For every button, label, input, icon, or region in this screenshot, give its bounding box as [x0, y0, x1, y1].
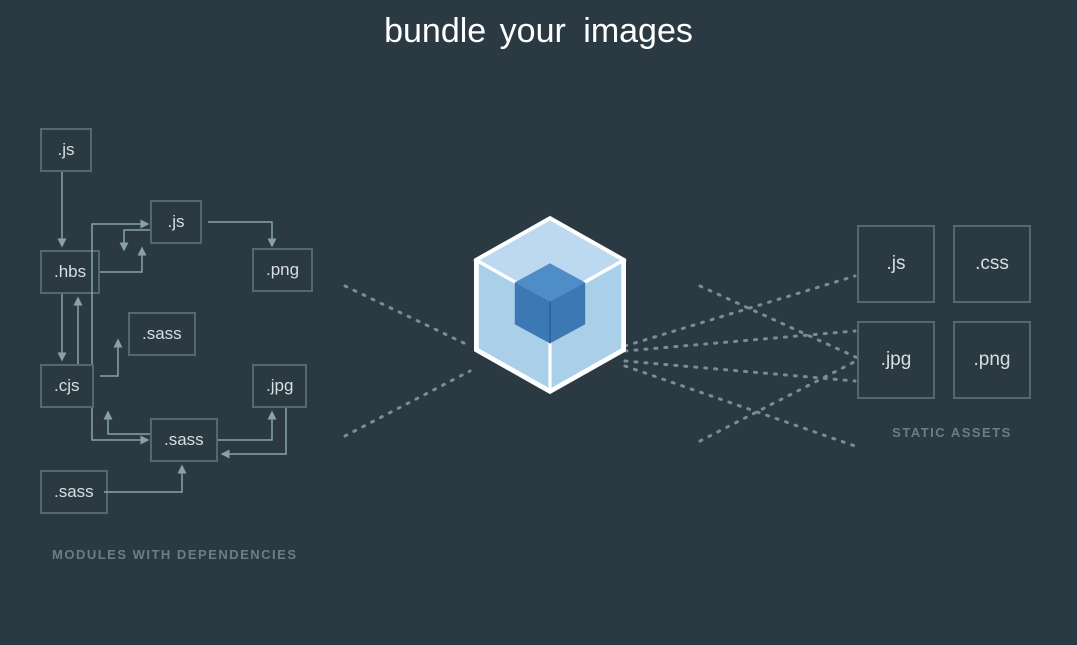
asset-tile-css: .css [953, 225, 1031, 303]
webpack-cube-icon [470, 215, 630, 395]
module-node-sass1: .sass [128, 312, 196, 356]
module-node-sass2: .sass [150, 418, 218, 462]
asset-tile-png: .png [953, 321, 1031, 399]
page-title: bundle your images [0, 0, 1077, 51]
module-node-js1: .js [40, 128, 92, 172]
module-node-cjs: .cjs [40, 364, 94, 408]
title-word-2: your [500, 12, 566, 50]
modules-panel: .js .js .hbs .png .sass .cjs .jpg .sass .sass [32, 120, 352, 550]
modules-caption: MODULES WITH DEPENDENCIES [52, 547, 298, 562]
assets-panel: .js.css.jpg.png STATIC ASSETS [857, 225, 1047, 440]
module-node-hbs: .hbs [40, 250, 100, 294]
module-node-js2: .js [150, 200, 202, 244]
assets-caption: STATIC ASSETS [857, 425, 1047, 440]
title-word-3: images [583, 12, 693, 50]
module-node-jpg: .jpg [252, 364, 307, 408]
asset-tile-jpg: .jpg [857, 321, 935, 399]
module-node-sass3: .sass [40, 470, 108, 514]
asset-tile-js: .js [857, 225, 935, 303]
module-node-png: .png [252, 248, 313, 292]
title-word-1: bundle [384, 12, 486, 50]
